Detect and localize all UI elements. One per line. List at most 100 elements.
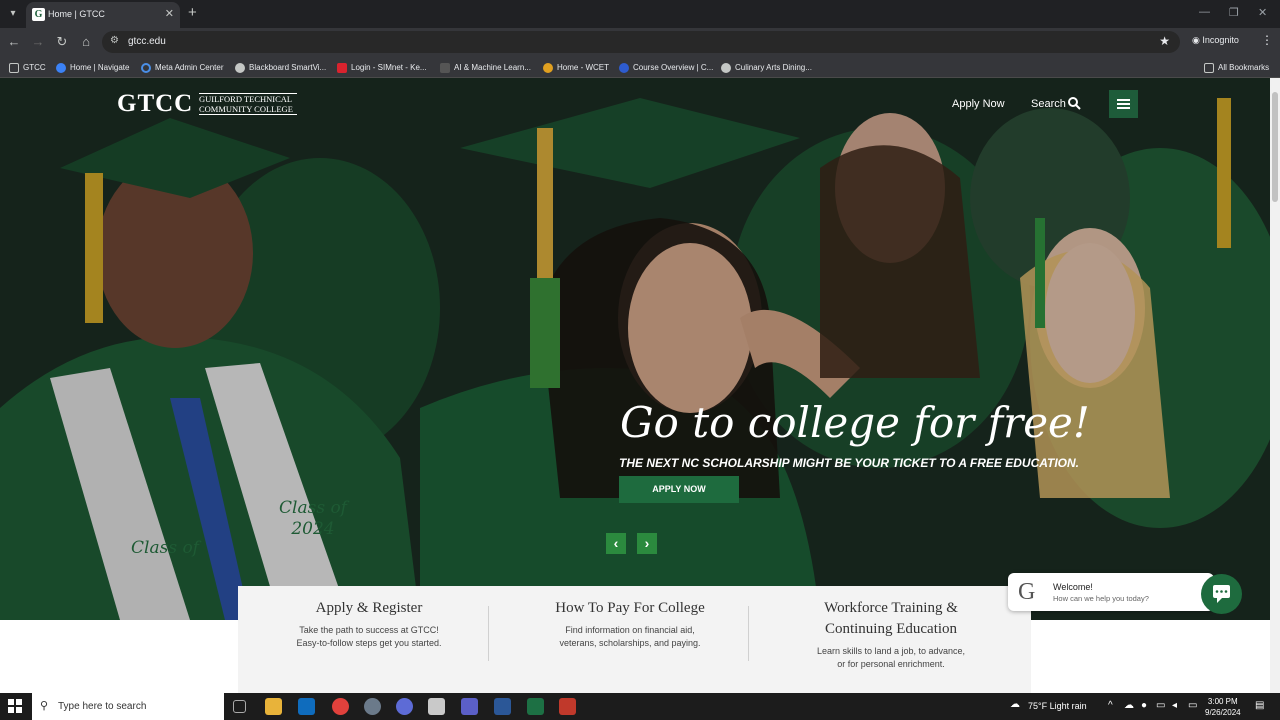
bookmark-label: Blackboard SmartVi... bbox=[249, 63, 327, 72]
search-icon bbox=[1068, 97, 1081, 110]
app-icon[interactable] bbox=[396, 698, 413, 715]
carousel-prev-icon[interactable]: ‹ bbox=[606, 533, 626, 554]
forward-icon[interactable]: → bbox=[30, 34, 46, 50]
site-info-icon[interactable]: ⚙ bbox=[110, 35, 119, 46]
browser-tab-strip: ▾ G Home | GTCC ✕ + — ❐ ✕ bbox=[0, 0, 1280, 28]
chat-title: Welcome! bbox=[1053, 582, 1093, 592]
tab-title: Home | GTCC bbox=[48, 9, 105, 19]
clock-date: 9/26/2024 bbox=[1205, 708, 1241, 717]
navigate-icon bbox=[56, 62, 66, 73]
close-tab-icon[interactable]: ✕ bbox=[165, 7, 174, 20]
logo-line1: GUILFORD TECHNICAL bbox=[199, 94, 293, 104]
bookmark-simnet[interactable]: Login - SIMnet - Ke... bbox=[337, 61, 427, 74]
card-text: Find information on financial aid, vetera… bbox=[559, 625, 701, 648]
bookmark-ai-ml[interactable]: AI & Machine Learn... bbox=[440, 61, 531, 74]
card-text: Learn skills to land a job, to advance, o… bbox=[816, 646, 966, 669]
reload-icon[interactable]: ↻ bbox=[54, 34, 70, 50]
bookmark-wcet[interactable]: Home - WCET bbox=[543, 61, 609, 74]
taskbar-search-box[interactable]: ⚲ Type here to search bbox=[32, 693, 224, 720]
notifications-icon[interactable]: ▤ bbox=[1255, 700, 1264, 711]
url-text: gtcc.edu bbox=[128, 36, 166, 47]
app-icon[interactable] bbox=[559, 698, 576, 715]
chat-open-button[interactable] bbox=[1201, 574, 1242, 614]
battery-icon[interactable]: ▭ bbox=[1188, 700, 1197, 711]
page-scrollbar[interactable] bbox=[1270, 78, 1280, 693]
all-bookmarks[interactable]: All Bookmarks bbox=[1204, 61, 1269, 74]
logo-wordmark: GTCC bbox=[117, 90, 194, 117]
bookmark-star-icon[interactable]: ★ bbox=[1159, 34, 1170, 48]
browser-menu-icon[interactable]: ⋮ bbox=[1261, 33, 1273, 47]
meta-icon bbox=[141, 62, 151, 73]
carousel-next-icon[interactable]: › bbox=[637, 533, 657, 554]
tray-chevron-icon[interactable]: ^ bbox=[1108, 700, 1113, 711]
wcet-icon bbox=[543, 62, 553, 73]
gtcc-favicon-icon: G bbox=[32, 8, 45, 21]
card-divider bbox=[748, 606, 749, 661]
browser-tab[interactable]: G Home | GTCC ✕ bbox=[26, 2, 180, 28]
card-title: How To Pay For College bbox=[555, 600, 705, 616]
app-icon[interactable] bbox=[428, 698, 445, 715]
bookmark-meta[interactable]: Meta Admin Center bbox=[141, 61, 223, 74]
bookmark-label: All Bookmarks bbox=[1218, 63, 1270, 72]
quick-links-panel: Apply & Register Take the path to succes… bbox=[238, 586, 1031, 693]
windows-start-icon[interactable] bbox=[8, 699, 22, 713]
microphone-icon[interactable]: ● bbox=[1141, 700, 1147, 711]
bookmark-label: Login - SIMnet - Ke... bbox=[351, 63, 427, 72]
app-icon[interactable] bbox=[364, 698, 381, 715]
bookmark-culinary[interactable]: Culinary Arts Dining... bbox=[721, 61, 812, 74]
address-bar[interactable]: ⚙ gtcc.edu ★ bbox=[102, 31, 1180, 53]
header-apply-now-link[interactable]: Apply Now bbox=[952, 98, 1005, 110]
menu-hamburger-icon[interactable] bbox=[1109, 90, 1138, 118]
close-window-icon[interactable]: ✕ bbox=[1258, 6, 1267, 19]
tab-search-icon[interactable]: ▾ bbox=[5, 6, 21, 22]
ai-icon bbox=[440, 62, 450, 73]
chat-welcome-bubble[interactable]: G Welcome! How can we help you today? bbox=[1008, 573, 1214, 611]
bookmark-label: Home | Navigate bbox=[70, 63, 130, 72]
new-tab-icon[interactable]: + bbox=[188, 5, 197, 21]
header-search-button[interactable]: Search bbox=[1031, 97, 1081, 110]
gtcc-logo[interactable]: GTCC GUILFORD TECHNICAL COMMUNITY COLLEG… bbox=[117, 90, 299, 118]
card-apply-register[interactable]: Apply & Register Take the path to succes… bbox=[244, 598, 494, 650]
word-icon[interactable] bbox=[494, 698, 511, 715]
volume-icon[interactable]: ◂ bbox=[1172, 700, 1177, 711]
globe-icon bbox=[235, 62, 245, 73]
browser-toolbar: ← → ↻ ⌂ ⚙ gtcc.edu ★ bbox=[0, 28, 1280, 56]
bookmark-blackboard[interactable]: Blackboard SmartVi... bbox=[235, 61, 326, 74]
stole-text-left: Class of 2024 bbox=[279, 498, 347, 539]
card-divider bbox=[488, 606, 489, 661]
onedrive-icon[interactable]: ☁ bbox=[1124, 700, 1134, 711]
network-icon[interactable]: ▭ bbox=[1156, 700, 1165, 711]
card-workforce-training[interactable]: Workforce Training & Continuing Education… bbox=[766, 598, 1016, 671]
excel-icon[interactable] bbox=[527, 698, 544, 715]
minimize-icon[interactable]: — bbox=[1199, 6, 1210, 18]
hero-apply-now-button[interactable]: APPLY NOW bbox=[619, 476, 739, 503]
taskbar-search-placeholder: Type here to search bbox=[58, 701, 147, 712]
task-view-icon[interactable] bbox=[233, 700, 246, 713]
hero-headline: Go to college for free! bbox=[620, 398, 1090, 447]
taskbar-weather[interactable]: 75°F Light rain bbox=[1028, 701, 1087, 711]
card-text: Take the path to success at GTCC! Easy-to… bbox=[296, 625, 442, 648]
bookmark-label: Meta Admin Center bbox=[155, 63, 224, 72]
bookmark-course-overview[interactable]: Course Overview | C... bbox=[619, 61, 713, 74]
bookmark-gtcc[interactable]: GTCC bbox=[9, 61, 46, 74]
page-viewport: Class of 2024 Class of GTCC GUILFORD TEC… bbox=[0, 78, 1270, 693]
scrollbar-thumb[interactable] bbox=[1272, 92, 1278, 202]
chat-logo-icon: G bbox=[1018, 579, 1036, 605]
clock-time: 3:00 PM bbox=[1207, 697, 1238, 706]
restore-icon[interactable]: ❐ bbox=[1229, 6, 1239, 19]
taskbar-clock[interactable]: 3:00 PM 9/26/2024 bbox=[1205, 696, 1241, 718]
weather-icon: ☁ bbox=[1010, 699, 1020, 710]
home-icon[interactable]: ⌂ bbox=[78, 34, 94, 50]
bookmark-navigate[interactable]: Home | Navigate bbox=[56, 61, 129, 74]
logo-line2: COMMUNITY COLLEGE bbox=[199, 104, 293, 114]
chrome-icon[interactable] bbox=[332, 698, 349, 715]
incognito-badge[interactable]: ◉ Incognito bbox=[1192, 35, 1239, 46]
back-icon[interactable]: ← bbox=[6, 34, 22, 50]
logo-fullname: GUILFORD TECHNICAL COMMUNITY COLLEGE bbox=[199, 93, 297, 115]
outlook-icon[interactable] bbox=[298, 698, 315, 715]
card-title: Apply & Register bbox=[315, 600, 423, 616]
teams-icon[interactable] bbox=[461, 698, 478, 715]
search-label: Search bbox=[1031, 98, 1066, 110]
file-explorer-icon[interactable] bbox=[265, 698, 282, 715]
card-pay-for-college[interactable]: How To Pay For College Find information … bbox=[505, 598, 755, 650]
